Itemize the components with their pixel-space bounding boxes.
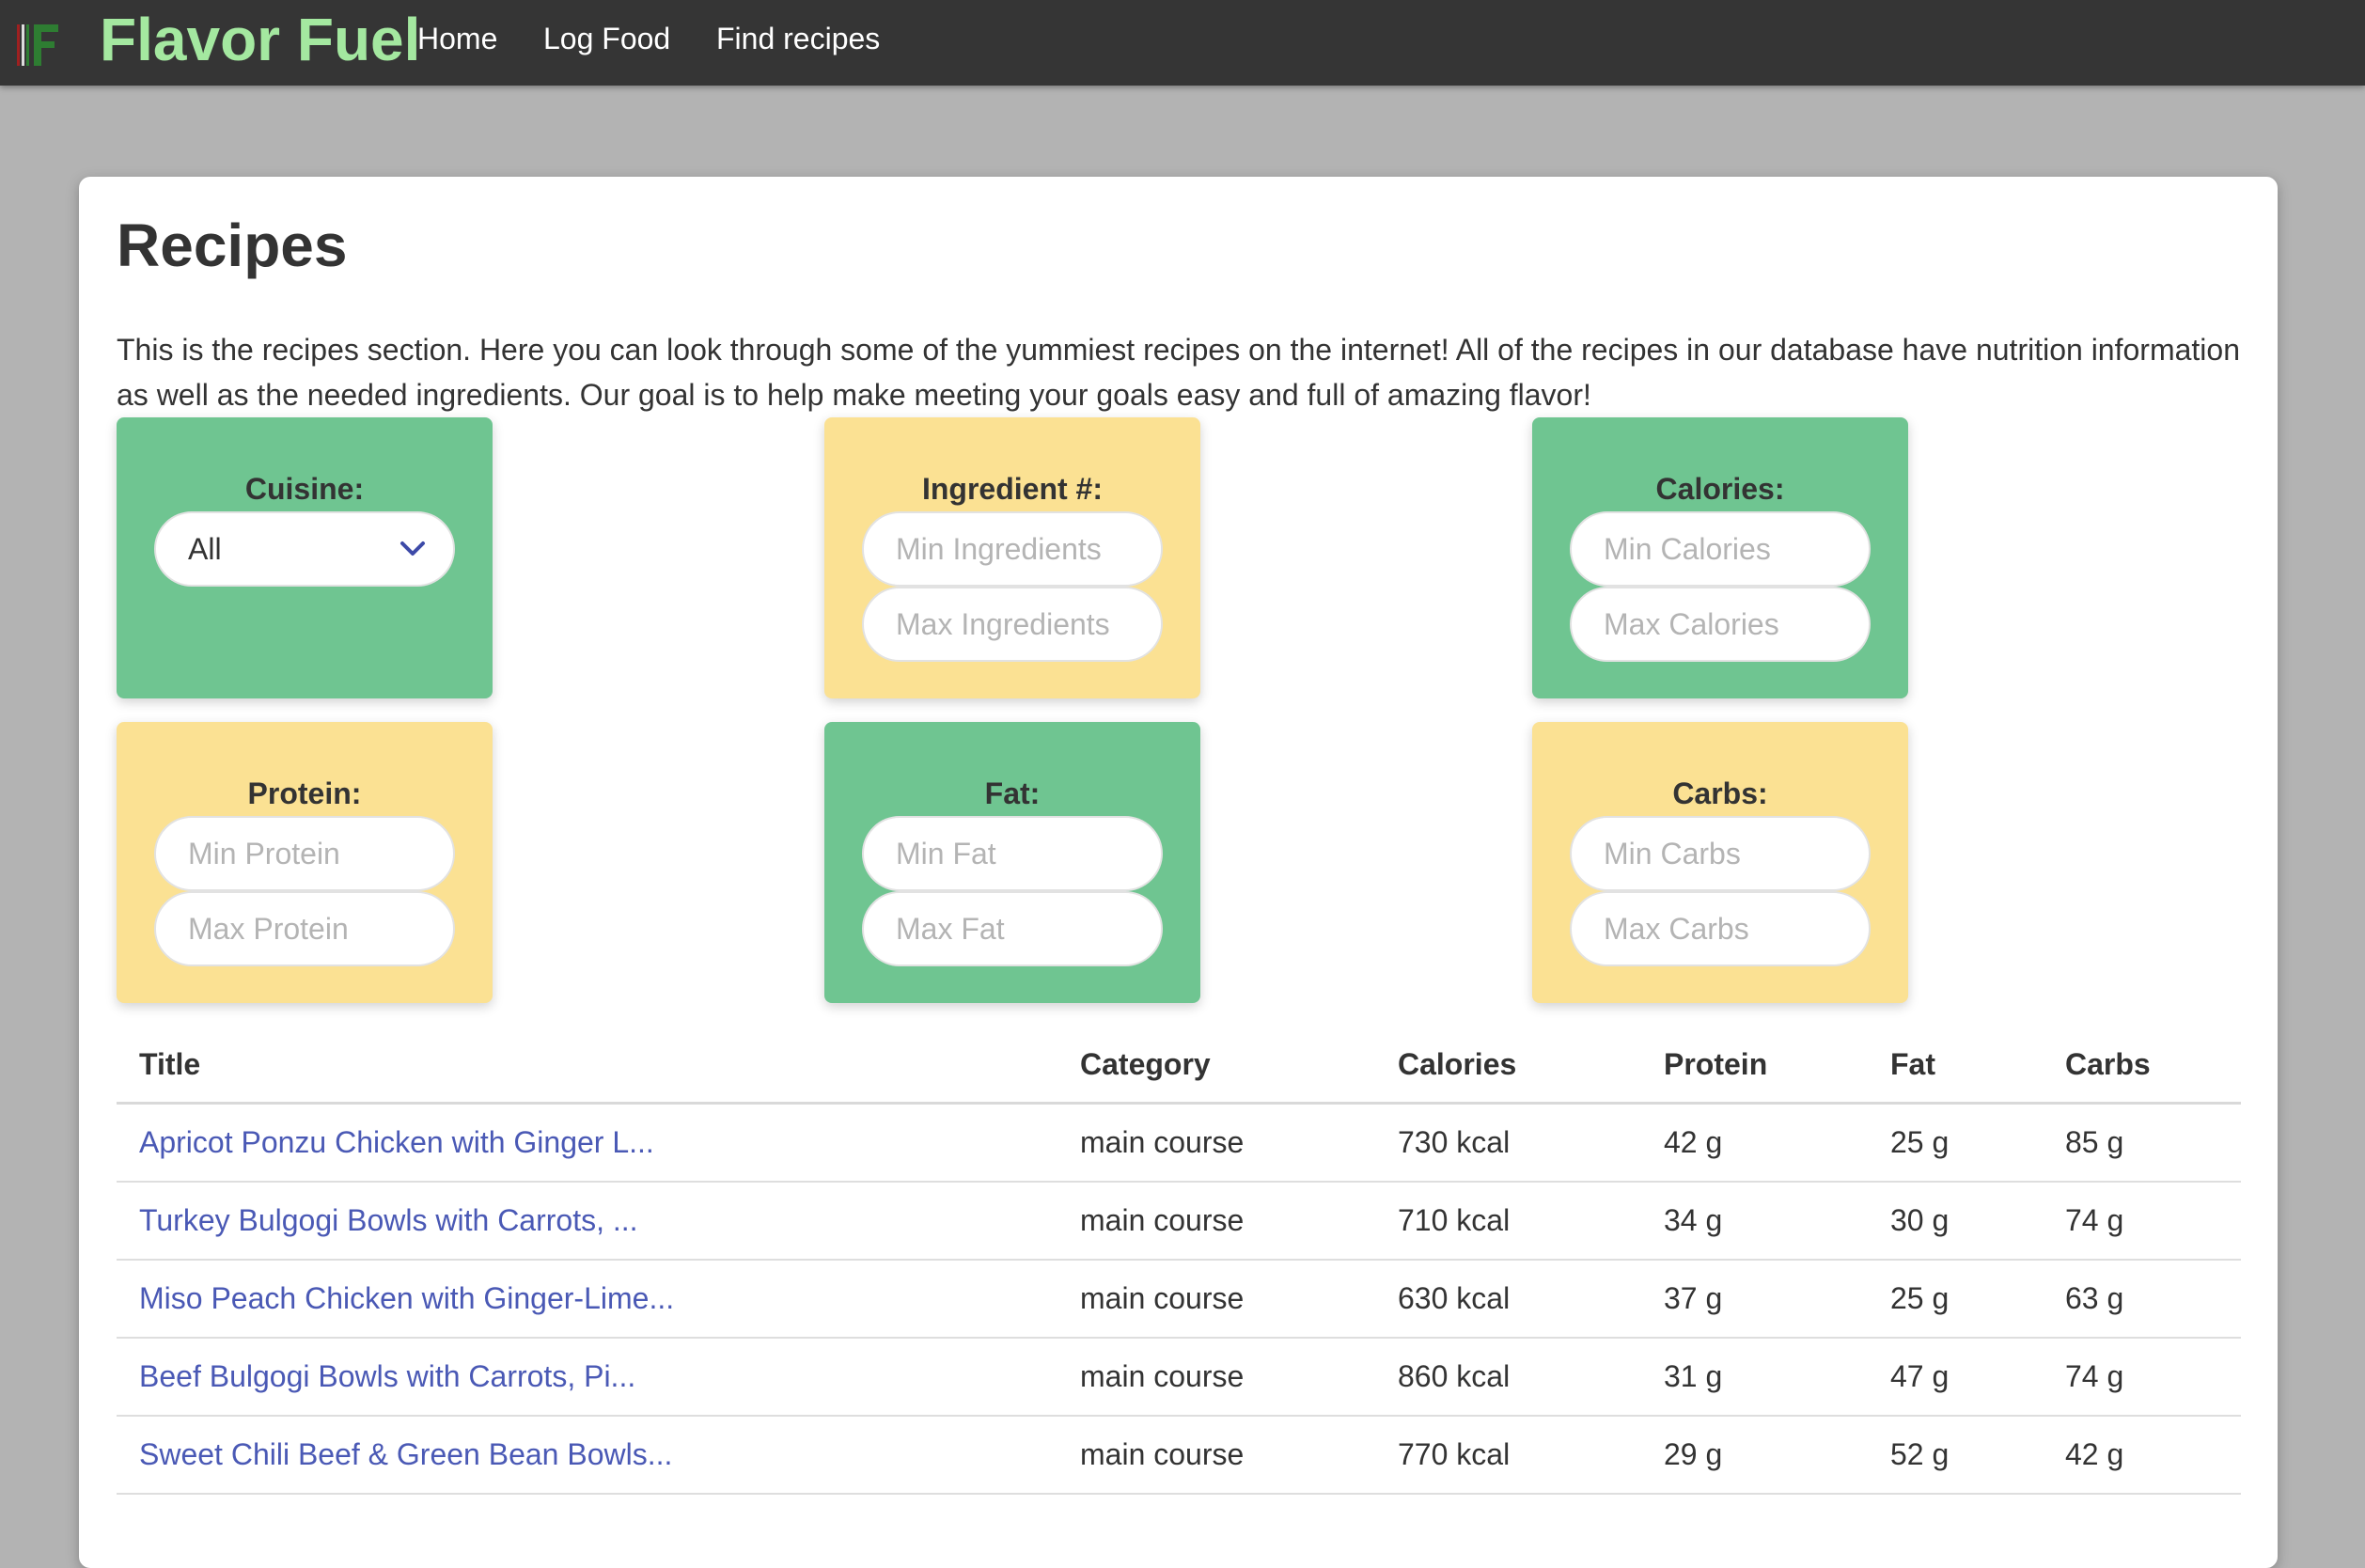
chevron-down-icon: [400, 541, 425, 556]
calories-filter: Calories:: [1532, 417, 1908, 698]
recipe-title-cell: Apricot Ponzu Chicken with Ginger L...: [117, 1103, 1057, 1183]
cuisine-select[interactable]: All: [154, 511, 455, 587]
recipe-category-cell: main course: [1057, 1260, 1375, 1339]
max-calories-input[interactable]: [1570, 587, 1871, 662]
recipe-protein-cell: 42 g: [1641, 1103, 1868, 1183]
max-ingredients-input[interactable]: [862, 587, 1163, 662]
ingredient-count-filter: Ingredient #:: [824, 417, 1200, 698]
fat-filter-label: Fat:: [984, 776, 1041, 810]
recipe-calories-cell: 730 kcal: [1375, 1103, 1641, 1183]
recipe-title-link[interactable]: Apricot Ponzu Chicken with Ginger L...: [139, 1125, 654, 1159]
recipe-category-cell: main course: [1057, 1103, 1375, 1183]
table-row: Beef Bulgogi Bowls with Carrots, Pi... m…: [117, 1338, 2241, 1417]
recipe-fat-cell: 25 g: [1868, 1260, 2043, 1339]
recipe-protein-cell: 31 g: [1641, 1338, 1868, 1417]
brand-link[interactable]: Flavor Fuel: [100, 2, 420, 77]
flavor-fuel-logo-icon[interactable]: [13, 17, 66, 70]
carbs-filter-label: Carbs:: [1672, 776, 1768, 810]
recipe-category-cell: main course: [1057, 1416, 1375, 1495]
recipe-fat-cell: 25 g: [1868, 1103, 2043, 1183]
recipe-protein-cell: 37 g: [1641, 1260, 1868, 1339]
recipe-protein-cell: 34 g: [1641, 1182, 1868, 1261]
cuisine-filter-label: Cuisine:: [244, 472, 365, 506]
min-fat-input[interactable]: [862, 816, 1163, 891]
recipe-fat-cell: 52 g: [1868, 1416, 2043, 1495]
nav-home-link[interactable]: Home: [417, 0, 497, 77]
cuisine-filter: Cuisine: All: [117, 417, 493, 698]
recipe-title-link[interactable]: Beef Bulgogi Bowls with Carrots, Pi...: [139, 1359, 635, 1393]
min-protein-input[interactable]: [154, 816, 455, 891]
max-carbs-input[interactable]: [1570, 891, 1871, 966]
recipe-title-link[interactable]: Miso Peach Chicken with Ginger-Lime...: [139, 1281, 674, 1315]
recipe-title-cell: Beef Bulgogi Bowls with Carrots, Pi...: [117, 1338, 1057, 1417]
recipe-title-cell: Sweet Chili Beef & Green Bean Bowls...: [117, 1416, 1057, 1495]
cuisine-select-value: All: [188, 532, 222, 566]
min-calories-input[interactable]: [1570, 511, 1871, 587]
navbar: Flavor Fuel Home Log Food Find recipes: [0, 0, 2365, 86]
max-fat-input[interactable]: [862, 891, 1163, 966]
recipes-table: Title Category Calories Protein Fat Carb…: [117, 1027, 2241, 1495]
column-header-fat[interactable]: Fat: [1868, 1027, 2043, 1105]
recipe-carbs-cell: 74 g: [2043, 1182, 2241, 1261]
recipe-title-cell: Miso Peach Chicken with Ginger-Lime...: [117, 1260, 1057, 1339]
table-row: Turkey Bulgogi Bowls with Carrots, ... m…: [117, 1182, 2241, 1261]
recipe-title-link[interactable]: Sweet Chili Beef & Green Bean Bowls...: [139, 1437, 672, 1471]
column-header-calories[interactable]: Calories: [1375, 1027, 1641, 1105]
table-row: Miso Peach Chicken with Ginger-Lime... m…: [117, 1260, 2241, 1339]
recipe-fat-cell: 47 g: [1868, 1338, 2043, 1417]
nav-find-recipes-link[interactable]: Find recipes: [716, 0, 880, 77]
table-row: Sweet Chili Beef & Green Bean Bowls... m…: [117, 1416, 2241, 1495]
recipe-title-link[interactable]: Turkey Bulgogi Bowls with Carrots, ...: [139, 1203, 638, 1237]
recipe-fat-cell: 30 g: [1868, 1182, 2043, 1261]
recipe-calories-cell: 630 kcal: [1375, 1260, 1641, 1339]
intro-text: This is the recipes section. Here you ca…: [117, 333, 2240, 412]
recipe-category-cell: main course: [1057, 1338, 1375, 1417]
fat-filter: Fat:: [824, 722, 1200, 1003]
recipe-calories-cell: 860 kcal: [1375, 1338, 1641, 1417]
ingredient-count-filter-label: Ingredient #:: [921, 472, 1103, 506]
recipe-carbs-cell: 63 g: [2043, 1260, 2241, 1339]
max-protein-input[interactable]: [154, 891, 455, 966]
carbs-filter: Carbs:: [1532, 722, 1908, 1003]
calories-filter-label: Calories:: [1655, 472, 1785, 506]
recipe-calories-cell: 710 kcal: [1375, 1182, 1641, 1261]
page-title: Recipes: [117, 212, 348, 279]
recipe-carbs-cell: 85 g: [2043, 1103, 2241, 1183]
table-row: Apricot Ponzu Chicken with Ginger L... m…: [117, 1103, 2241, 1183]
column-header-category[interactable]: Category: [1057, 1027, 1375, 1105]
recipe-title-cell: Turkey Bulgogi Bowls with Carrots, ...: [117, 1182, 1057, 1261]
recipe-protein-cell: 29 g: [1641, 1416, 1868, 1495]
table-header-row: Title Category Calories Protein Fat Carb…: [117, 1027, 2241, 1105]
recipe-category-cell: main course: [1057, 1182, 1375, 1261]
recipe-carbs-cell: 74 g: [2043, 1338, 2241, 1417]
protein-filter-label: Protein:: [247, 776, 362, 810]
column-header-title[interactable]: Title: [117, 1027, 1057, 1105]
protein-filter: Protein:: [117, 722, 493, 1003]
recipe-carbs-cell: 42 g: [2043, 1416, 2241, 1495]
nav-log-food-link[interactable]: Log Food: [543, 0, 670, 77]
min-ingredients-input[interactable]: [862, 511, 1163, 587]
recipe-calories-cell: 770 kcal: [1375, 1416, 1641, 1495]
column-header-protein[interactable]: Protein: [1641, 1027, 1868, 1105]
min-carbs-input[interactable]: [1570, 816, 1871, 891]
column-header-carbs[interactable]: Carbs: [2043, 1027, 2241, 1105]
